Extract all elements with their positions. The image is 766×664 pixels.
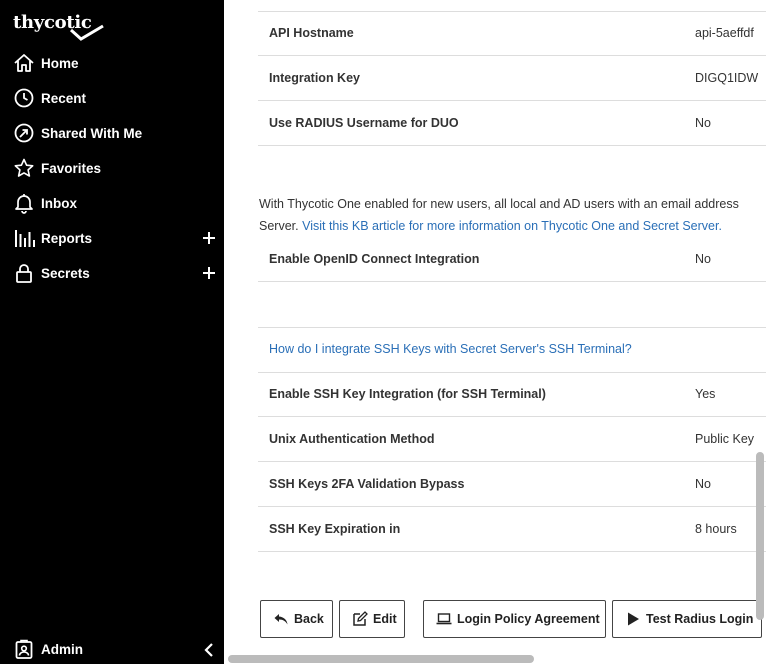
setting-row-ssh-key-integration: Enable SSH Key Integration (for SSH Term… [258,372,766,417]
main-content: API Hostname api-5aeffdf Integration Key… [224,0,766,664]
setting-row-ssh-2fa: SSH Keys 2FA Validation Bypass No [258,462,766,507]
setting-row-api-hostname: API Hostname api-5aeffdf [258,11,766,56]
laptop-icon [436,613,452,625]
setting-label: API Hostname [269,26,354,40]
kb-article-link[interactable]: Visit this KB article for more informati… [302,219,722,233]
setting-label: Integration Key [269,71,360,85]
setting-value: Yes [695,387,716,401]
nav-home[interactable]: Home [0,48,224,78]
play-icon [628,612,639,626]
collapse-sidebar-icon[interactable] [201,642,217,658]
nav-favorites[interactable]: Favorites [0,153,224,183]
nav-admin-label: Admin [41,641,83,657]
nav-inbox[interactable]: Inbox [0,188,224,218]
admin-badge-icon [15,639,33,659]
nav-reports-label: Reports [41,230,93,246]
ssh-kb-link[interactable]: How do I integrate SSH Keys with Secret … [269,342,632,356]
edit-icon [353,611,368,626]
lock-icon [16,264,32,283]
login-policy-agreement-button[interactable]: Login Policy Agreement [423,600,606,638]
setting-row-radius-duo: Use RADIUS Username for DUO No [258,101,766,146]
star-icon [14,158,34,177]
setting-value: No [695,116,711,130]
setting-value: 8 hours [695,522,737,536]
nav-home-label: Home [41,55,79,71]
setting-row-ssh-expiration: SSH Key Expiration in 8 hours [258,507,766,552]
test-radius-login-button[interactable]: Test Radius Login [612,600,762,638]
setting-value: Public Key [695,432,755,446]
setting-value: api-5aeffdf [695,26,754,40]
edit-label: Edit [373,612,397,626]
info-text-line2: Server. [259,219,303,233]
setting-label: Use RADIUS Username for DUO [269,116,459,130]
horizontal-scrollbar[interactable] [228,655,534,663]
setting-label: Enable SSH Key Integration (for SSH Term… [269,387,546,401]
nav-shared-label: Shared With Me [41,125,143,141]
setting-row-openid: Enable OpenID Connect Integration No [258,237,766,282]
sidebar: thycotic Home Recent Shared With Me Favo… [0,0,224,664]
setting-label: Enable OpenID Connect Integration [269,252,480,266]
bar-chart-icon [15,230,35,247]
nav-favorites-label: Favorites [41,160,102,176]
info-text-line1: With Thycotic One enabled for new users,… [259,197,739,211]
setting-row-unix-auth: Unix Authentication Method Public Key [258,417,766,462]
nav-recent-label: Recent [41,90,87,106]
divider [258,327,766,328]
logo-check-icon [69,24,104,41]
login-policy-label: Login Policy Agreement [457,612,600,626]
vertical-scrollbar[interactable] [756,452,764,620]
clock-icon [14,88,34,108]
nav-admin[interactable]: Admin [0,634,224,664]
nav-recent[interactable]: Recent [0,83,224,113]
setting-label: Unix Authentication Method [269,432,435,446]
setting-label: SSH Key Expiration in [269,522,401,536]
expand-reports-icon[interactable] [200,229,218,247]
nav-reports[interactable]: Reports [0,223,224,253]
back-button[interactable]: Back [260,600,333,638]
nav-shared-with-me[interactable]: Shared With Me [0,118,224,148]
thycotic-one-info: With Thycotic One enabled for new users,… [259,193,766,237]
thycotic-logo[interactable]: thycotic [13,12,104,42]
setting-label: SSH Keys 2FA Validation Bypass [269,477,465,491]
back-label: Back [294,612,324,626]
nav-secrets[interactable]: Secrets [0,258,224,288]
setting-value: DIGQ1IDW [695,71,759,85]
home-icon [14,54,34,72]
setting-value: No [695,252,711,266]
bell-icon [15,194,33,214]
edit-button[interactable]: Edit [339,600,405,638]
test-radius-label: Test Radius Login [646,612,754,626]
back-arrow-icon [274,614,288,625]
setting-row-integration-key: Integration Key DIGQ1IDW [258,56,766,101]
nav-inbox-label: Inbox [41,195,77,211]
share-icon [14,123,34,143]
nav-secrets-label: Secrets [41,265,90,281]
expand-secrets-icon[interactable] [200,264,218,282]
setting-value: No [695,477,711,491]
